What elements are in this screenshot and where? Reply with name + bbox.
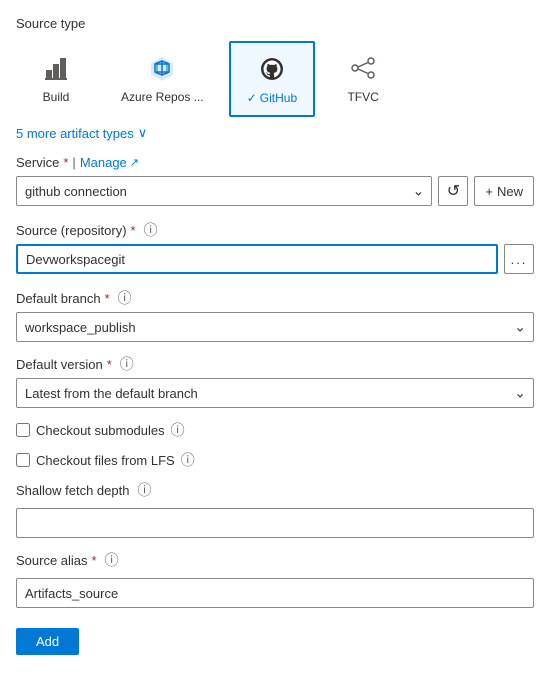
manage-link[interactable]: Manage ↗ <box>80 155 139 170</box>
default-branch-dropdown[interactable]: workspace_publish <box>16 312 534 342</box>
azure-repos-label: Azure Repos ... <box>121 90 204 104</box>
default-branch-block: Default branch * ⓘ workspace_publish <box>16 288 534 342</box>
shallow-fetch-info-icon[interactable]: ⓘ <box>137 480 151 500</box>
source-repo-input-row: ... <box>16 244 534 274</box>
source-type-label: Source type <box>16 16 534 31</box>
plus-icon: + <box>485 184 493 199</box>
source-repo-input[interactable] <box>16 244 498 274</box>
service-dropdown-row: github connection ↺ + New <box>16 176 534 206</box>
default-version-info-icon[interactable]: ⓘ <box>120 354 134 374</box>
checkout-lfs-label: Checkout files from LFS <box>36 453 175 468</box>
refresh-icon: ↺ <box>447 181 460 201</box>
checkout-submodules-info-icon[interactable]: ⓘ <box>171 420 185 440</box>
source-type-azure-repos[interactable]: Azure Repos ... <box>104 41 221 117</box>
azure-repos-icon <box>146 52 178 84</box>
shallow-fetch-input[interactable] <box>16 508 534 538</box>
source-type-build[interactable]: Build <box>16 41 96 117</box>
new-button[interactable]: + New <box>474 176 534 206</box>
checkout-lfs-info-icon[interactable]: ⓘ <box>181 450 195 470</box>
source-type-selector: Build Azure Repos ... ✓ GitHub <box>16 41 534 117</box>
source-alias-label-row: Source alias * ⓘ <box>16 550 534 570</box>
source-alias-label: Source alias * <box>16 553 97 568</box>
tfvc-icon <box>347 52 379 84</box>
manage-external-icon: ↗ <box>130 156 139 169</box>
default-version-dropdown-wrapper: Latest from the default branch <box>16 378 534 408</box>
source-type-tfvc[interactable]: TFVC <box>323 41 403 117</box>
github-icon <box>256 53 288 85</box>
repo-ellipsis-button[interactable]: ... <box>504 244 534 274</box>
checkout-submodules-row: Checkout submodules ⓘ <box>16 420 534 440</box>
refresh-button[interactable]: ↺ <box>438 176 468 206</box>
default-version-label-row: Default version * ⓘ <box>16 354 534 374</box>
tfvc-label: TFVC <box>347 90 378 104</box>
default-version-label: Default version * <box>16 357 112 372</box>
shallow-fetch-label: Shallow fetch depth <box>16 483 129 498</box>
checkout-submodules-checkbox[interactable] <box>16 423 30 437</box>
source-alias-required-star: * <box>92 553 97 568</box>
default-branch-label: Default branch * <box>16 291 110 306</box>
default-version-dropdown[interactable]: Latest from the default branch <box>16 378 534 408</box>
default-version-block: Default version * ⓘ Latest from the defa… <box>16 354 534 408</box>
source-alias-input[interactable] <box>16 578 534 608</box>
shallow-fetch-label-row: Shallow fetch depth ⓘ <box>16 480 534 500</box>
service-dropdown[interactable]: github connection <box>16 176 432 206</box>
default-branch-info-icon[interactable]: ⓘ <box>118 288 132 308</box>
default-branch-label-row: Default branch * ⓘ <box>16 288 534 308</box>
source-type-github[interactable]: ✓ GitHub <box>229 41 315 117</box>
github-label: ✓ GitHub <box>247 91 297 105</box>
default-version-required-star: * <box>107 357 112 372</box>
default-branch-required-star: * <box>105 291 110 306</box>
source-repo-label-row: Source (repository) * ⓘ <box>16 220 534 240</box>
service-dropdown-wrapper: github connection <box>16 176 432 206</box>
source-alias-info-icon[interactable]: ⓘ <box>105 550 119 570</box>
service-required-star: * <box>63 155 68 170</box>
default-branch-dropdown-wrapper: workspace_publish <box>16 312 534 342</box>
checkout-submodules-label: Checkout submodules <box>36 423 165 438</box>
pipe-divider: | <box>72 155 75 170</box>
checkout-lfs-row: Checkout files from LFS ⓘ <box>16 450 534 470</box>
add-button[interactable]: Add <box>16 628 79 655</box>
source-alias-block: Source alias * ⓘ <box>16 550 534 608</box>
service-row: Service * | Manage ↗ <box>16 155 534 170</box>
service-label: Service * <box>16 155 68 170</box>
shallow-fetch-block: Shallow fetch depth ⓘ <box>16 480 534 538</box>
checkout-lfs-checkbox[interactable] <box>16 453 30 467</box>
build-icon <box>40 52 72 84</box>
build-label: Build <box>43 90 70 104</box>
source-repo-label: Source (repository) * <box>16 223 136 238</box>
source-repo-required-star: * <box>131 223 136 238</box>
source-repo-block: Source (repository) * ⓘ ... <box>16 220 534 274</box>
more-artifact-types-link[interactable]: 5 more artifact types ∨ <box>16 125 534 141</box>
source-repo-info-icon[interactable]: ⓘ <box>144 220 158 240</box>
